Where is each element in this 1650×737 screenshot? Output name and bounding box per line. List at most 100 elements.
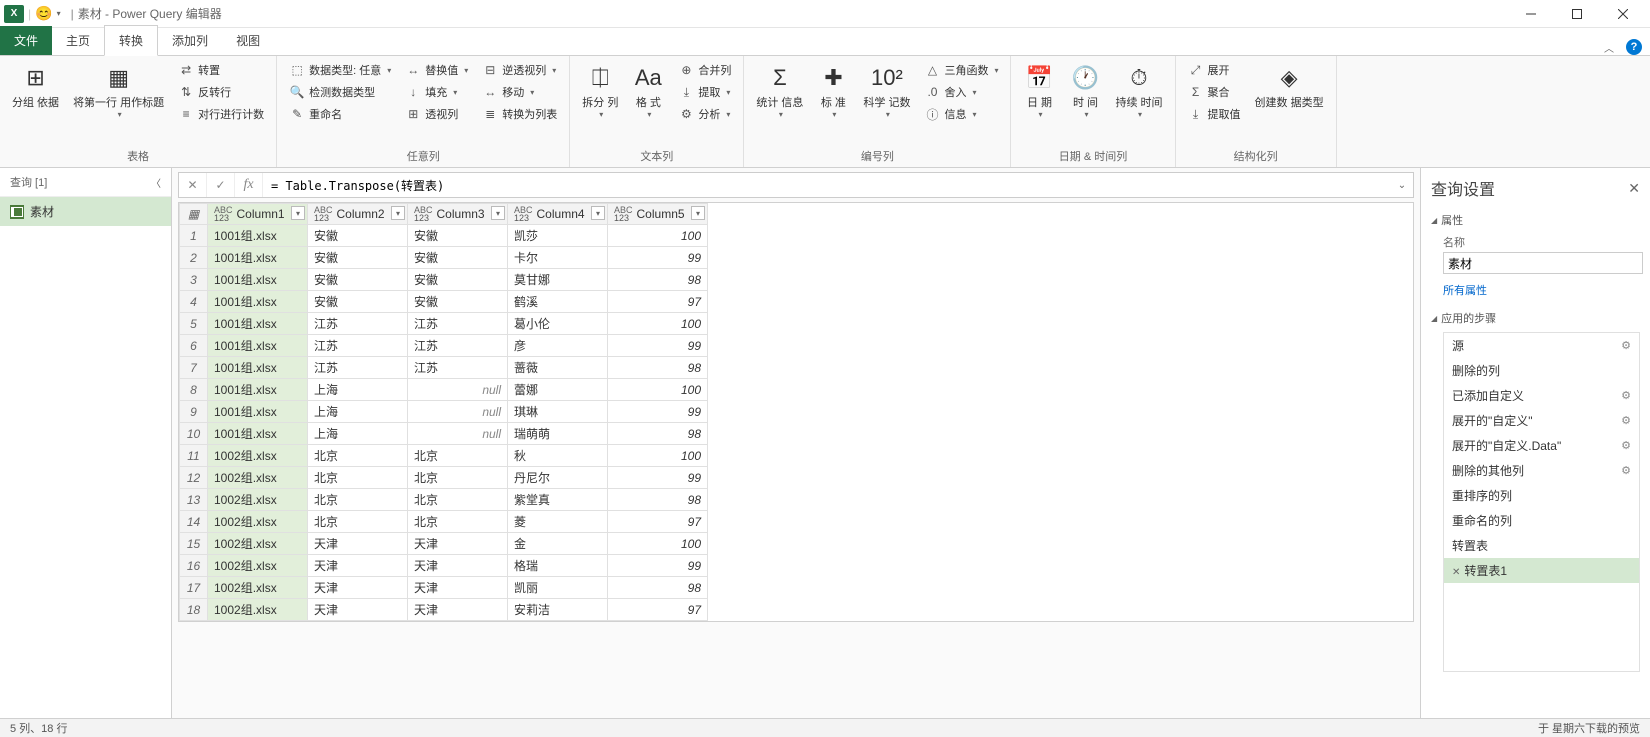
table-row[interactable]: 31001组.xlsx安徽安徽莫甘娜98: [180, 269, 708, 291]
row-number[interactable]: 6: [180, 335, 208, 357]
row-number[interactable]: 8: [180, 379, 208, 401]
expand-button[interactable]: ⤢展开: [1184, 60, 1245, 80]
cell[interactable]: 1001组.xlsx: [208, 247, 308, 269]
split-column-button[interactable]: ⎅拆分 列▾: [578, 60, 622, 121]
row-number[interactable]: 1: [180, 225, 208, 247]
qat-dropdown[interactable]: ▾: [57, 9, 61, 18]
cell[interactable]: 北京: [408, 511, 508, 533]
row-number[interactable]: 3: [180, 269, 208, 291]
applied-step[interactable]: 源⚙: [1444, 333, 1639, 358]
table-row[interactable]: 161002组.xlsx天津天津格瑞99: [180, 555, 708, 577]
cell[interactable]: 格瑞: [508, 555, 608, 577]
cell[interactable]: 1002组.xlsx: [208, 599, 308, 621]
reverse-rows-button[interactable]: ⇅反转行: [174, 82, 268, 102]
cell[interactable]: 99: [608, 401, 708, 423]
cell[interactable]: 1002组.xlsx: [208, 533, 308, 555]
cell[interactable]: 安徽: [408, 225, 508, 247]
row-number[interactable]: 18: [180, 599, 208, 621]
gear-icon[interactable]: ⚙: [1621, 339, 1631, 352]
create-datatype-button[interactable]: ◈创建数 据类型: [1251, 60, 1328, 112]
cell[interactable]: 1002组.xlsx: [208, 577, 308, 599]
cell[interactable]: 100: [608, 445, 708, 467]
applied-step[interactable]: 展开的"自定义.Data"⚙: [1444, 433, 1639, 458]
cell[interactable]: 葛小伦: [508, 313, 608, 335]
cell[interactable]: 1001组.xlsx: [208, 379, 308, 401]
maximize-button[interactable]: [1554, 0, 1600, 28]
collapse-queries-icon[interactable]: 〈: [151, 175, 161, 190]
applied-step[interactable]: ✕转置表1: [1444, 558, 1639, 583]
cell[interactable]: 98: [608, 423, 708, 445]
cell[interactable]: 金: [508, 533, 608, 555]
unpivot-button[interactable]: ⊟逆透视列▾: [478, 60, 561, 80]
trig-button[interactable]: △三角函数▾: [920, 60, 1002, 80]
minimize-button[interactable]: [1508, 0, 1554, 28]
cell[interactable]: 97: [608, 511, 708, 533]
row-number[interactable]: 5: [180, 313, 208, 335]
extract-button[interactable]: ⤓提取▾: [674, 82, 735, 102]
detect-type-button[interactable]: 🔍检测数据类型: [285, 82, 395, 102]
cell[interactable]: 上海: [308, 423, 408, 445]
count-rows-button[interactable]: ≡对行进行计数: [174, 104, 268, 124]
tab-addcolumn[interactable]: 添加列: [158, 26, 222, 55]
cell[interactable]: 天津: [408, 599, 508, 621]
cell[interactable]: 江苏: [308, 357, 408, 379]
cell[interactable]: 鹤溪: [508, 291, 608, 313]
cell[interactable]: 卡尔: [508, 247, 608, 269]
cell[interactable]: 100: [608, 225, 708, 247]
cell[interactable]: 江苏: [408, 335, 508, 357]
cell[interactable]: 北京: [308, 467, 408, 489]
close-button[interactable]: [1600, 0, 1646, 28]
row-number[interactable]: 11: [180, 445, 208, 467]
query-item[interactable]: 素材: [0, 197, 171, 226]
date-button[interactable]: 📅日 期▾: [1019, 60, 1059, 121]
parse-button[interactable]: ⚙分析▾: [674, 104, 735, 124]
cell[interactable]: 安徽: [408, 269, 508, 291]
cell[interactable]: 1001组.xlsx: [208, 313, 308, 335]
groupby-button[interactable]: ⊞分组 依据: [8, 60, 63, 112]
cell[interactable]: 江苏: [408, 313, 508, 335]
cell[interactable]: 98: [608, 269, 708, 291]
fill-button[interactable]: ↓填充▾: [401, 82, 472, 102]
cell[interactable]: 1001组.xlsx: [208, 401, 308, 423]
cell[interactable]: 瑞萌萌: [508, 423, 608, 445]
cell[interactable]: 1001组.xlsx: [208, 269, 308, 291]
merge-columns-button[interactable]: ⊕合并列: [674, 60, 735, 80]
cell[interactable]: 安徽: [308, 269, 408, 291]
applied-step[interactable]: 展开的"自定义"⚙: [1444, 408, 1639, 433]
cell[interactable]: 彦: [508, 335, 608, 357]
cell[interactable]: 秋: [508, 445, 608, 467]
gear-icon[interactable]: ⚙: [1621, 389, 1631, 402]
column-header[interactable]: ABC123Column4▾: [508, 204, 608, 225]
cell[interactable]: 安莉洁: [508, 599, 608, 621]
table-row[interactable]: 81001组.xlsx上海null蕾娜100: [180, 379, 708, 401]
collapse-ribbon-icon[interactable]: ︿: [1604, 40, 1614, 55]
cell[interactable]: 北京: [308, 511, 408, 533]
cell[interactable]: 莫甘娜: [508, 269, 608, 291]
query-name-input[interactable]: [1443, 252, 1643, 274]
rename-button[interactable]: ✎重命名: [285, 104, 395, 124]
cell[interactable]: 99: [608, 555, 708, 577]
expand-formula-icon[interactable]: ⌄: [1391, 180, 1413, 191]
cell[interactable]: 1002组.xlsx: [208, 467, 308, 489]
table-row[interactable]: 121002组.xlsx北京北京丹尼尔99: [180, 467, 708, 489]
table-row[interactable]: 131002组.xlsx北京北京紫堂真98: [180, 489, 708, 511]
applied-step[interactable]: 转置表: [1444, 533, 1639, 558]
cell[interactable]: 紫堂真: [508, 489, 608, 511]
cell[interactable]: 江苏: [308, 335, 408, 357]
first-row-header-button[interactable]: ▦将第一行 用作标题▾: [69, 60, 168, 121]
table-row[interactable]: 91001组.xlsx上海null琪琳99: [180, 401, 708, 423]
cell[interactable]: 99: [608, 247, 708, 269]
applied-step[interactable]: 已添加自定义⚙: [1444, 383, 1639, 408]
column-header[interactable]: ABC123Column3▾: [408, 204, 508, 225]
applied-step[interactable]: 重命名的列: [1444, 508, 1639, 533]
row-number[interactable]: 7: [180, 357, 208, 379]
cell[interactable]: 天津: [308, 577, 408, 599]
cell[interactable]: 凯丽: [508, 577, 608, 599]
formula-input[interactable]: [263, 178, 1391, 192]
table-row[interactable]: 51001组.xlsx江苏江苏葛小伦100: [180, 313, 708, 335]
aggregate-button[interactable]: Σ聚合: [1184, 82, 1245, 102]
cell[interactable]: 安徽: [308, 291, 408, 313]
to-list-button[interactable]: ≣转换为列表: [478, 104, 561, 124]
cell[interactable]: 天津: [308, 533, 408, 555]
tab-view[interactable]: 视图: [222, 26, 274, 55]
